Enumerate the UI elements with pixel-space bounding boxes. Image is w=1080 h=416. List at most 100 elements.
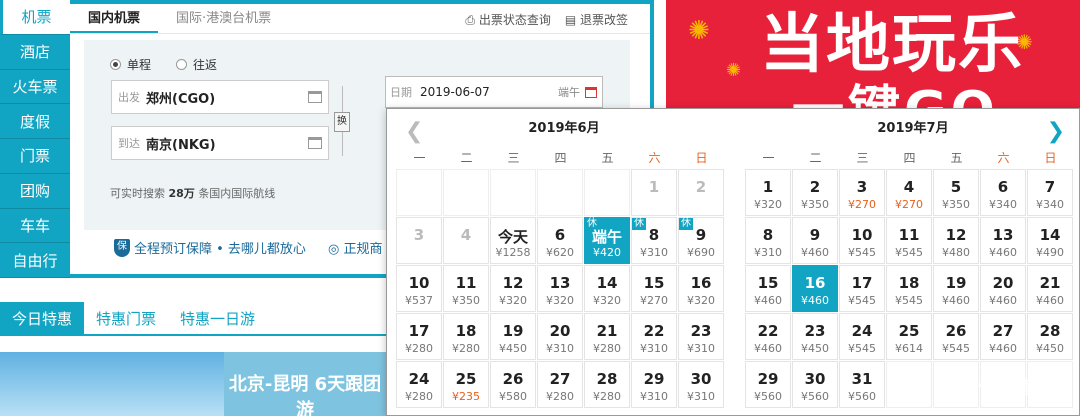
day-cell[interactable]: 28 ¥450 [1027,313,1073,360]
day-cell[interactable]: 13 ¥460 [980,217,1026,264]
day-cell[interactable]: 10 ¥545 [839,217,885,264]
sidebar-item[interactable]: 火车票 [0,69,70,105]
day-cell[interactable]: 14 ¥320 [584,265,630,312]
arrival-field[interactable]: 到达 南京(NKG) [111,126,329,160]
day-cell[interactable]: 26 ¥580 [490,361,536,408]
day-cell[interactable]: 17 ¥280 [396,313,442,360]
ticket-status-link[interactable]: ⎙ 出票状态查询 [465,11,550,28]
weekday-label: 二 [809,151,822,165]
day-cell[interactable]: 19 ¥450 [490,313,536,360]
day-cell[interactable]: 28 ¥280 [584,361,630,408]
day-cell[interactable]: 12 ¥320 [490,265,536,312]
day-cell[interactable]: 16 ¥320 [678,265,724,312]
tab-international[interactable]: 国际·港澳台机票 [158,7,289,33]
day-cell[interactable]: 10 ¥537 [396,265,442,312]
weekday-header: 一二三四五六日 [745,147,1080,169]
tab-domestic[interactable]: 国内机票 [70,7,159,33]
day-cell[interactable]: 22 ¥460 [745,313,791,360]
day-cell[interactable]: 6 ¥620 [537,217,583,264]
day-cell[interactable]: 18 ¥545 [886,265,932,312]
city-picker-icon[interactable] [308,91,322,103]
day-cell[interactable]: 16 ¥460 [792,265,838,312]
day-cell[interactable]: 19 ¥460 [933,265,979,312]
day-cell[interactable]: 休 8 ¥310 [631,217,677,264]
day-cell[interactable]: 21 ¥460 [1027,265,1073,312]
day-cell[interactable]: 8 ¥310 [745,217,791,264]
sidebar-item[interactable]: 车车 [0,208,70,244]
tab-ticket-deals[interactable]: 特惠门票 [84,302,168,334]
day-cell[interactable]: 17 ¥545 [839,265,885,312]
sidebar-item[interactable]: 团购 [0,173,70,209]
official-link[interactable]: ◎ 正规商 [328,238,382,257]
day-cell[interactable]: 22 ¥310 [631,313,677,360]
day-cell[interactable]: 9 ¥460 [792,217,838,264]
roundtrip-radio[interactable]: 往返 [176,56,217,73]
day-cell[interactable]: 3 ¥270 [839,169,885,216]
tab-today-deals[interactable]: 今日特惠 [0,302,85,334]
day-cell[interactable]: 11 ¥350 [443,265,489,312]
day-cell[interactable]: 15 ¥460 [745,265,791,312]
day-number: 24 [408,370,430,388]
guarantee-link[interactable]: 保 全程预订保障 • 去哪儿都放心 [114,238,306,257]
search-info: 可实时搜索 28万 条国内国际航线 [110,185,275,201]
day-price: ¥545 [848,246,876,259]
day-cell[interactable]: 29 ¥310 [631,361,677,408]
day-number: 13 [549,274,571,292]
day-cell[interactable]: 30 ¥310 [678,361,724,408]
day-cell[interactable]: 20 ¥310 [537,313,583,360]
day-cell[interactable]: 14 ¥490 [1027,217,1073,264]
promo-card[interactable]: 北京-昆明 6天跟团游 [0,352,386,416]
day-cell[interactable]: 20 ¥460 [980,265,1026,312]
day-cell[interactable]: 24 ¥545 [839,313,885,360]
day-cell[interactable]: 4 ¥270 [886,169,932,216]
day-cell[interactable]: 29 ¥560 [745,361,791,408]
day-cell[interactable]: 2 ¥350 [792,169,838,216]
day-cell[interactable]: 今天 ¥1258 [490,217,536,264]
day-cell[interactable]: 23 ¥450 [792,313,838,360]
day-price: ¥310 [640,342,668,355]
day-cell[interactable]: 31 ¥560 [839,361,885,408]
sidebar-item[interactable]: 酒店 [0,34,70,70]
calendar-icon[interactable] [585,87,597,98]
day-cell[interactable]: 休端午 ¥420 [584,217,630,264]
day-number: 24 [851,322,873,340]
day-price: ¥310 [687,390,715,403]
day-cell[interactable]: 休 9 ¥690 [678,217,724,264]
day-cell[interactable]: 7 ¥340 [1027,169,1073,216]
refund-change-link[interactable]: ▤ 退票改签 [565,11,628,28]
day-cell[interactable]: 1 ¥320 [745,169,791,216]
day-cell[interactable]: 12 ¥480 [933,217,979,264]
day-cell[interactable]: 13 ¥320 [537,265,583,312]
sidebar-item[interactable]: 机票 [0,0,70,35]
sidebar-item[interactable]: 度假 [0,104,70,139]
day-number: 25 [898,322,920,340]
day-number: 18 [898,274,920,292]
day-cell[interactable]: 23 ¥310 [678,313,724,360]
day-cell[interactable]: 15 ¥270 [631,265,677,312]
day-cell[interactable]: 25 ¥235 [443,361,489,408]
city-picker-icon[interactable] [308,137,322,149]
day-cell[interactable]: 27 ¥280 [537,361,583,408]
swap-button[interactable]: 换 [334,112,350,132]
day-price: ¥1258 [495,246,531,259]
weekday-label: 六 [997,151,1010,165]
day-cell[interactable]: 11 ¥545 [886,217,932,264]
day-cell[interactable]: 6 ¥340 [980,169,1026,216]
day-number: 2 [809,178,821,196]
sidebar-item[interactable]: 自由行 [0,243,70,278]
oneway-radio[interactable]: 单程 [110,56,151,73]
day-cell[interactable]: 30 ¥560 [792,361,838,408]
day-cell[interactable]: 27 ¥460 [980,313,1026,360]
date-field[interactable]: 日期 2019-06-07 端午 [385,76,603,108]
sidebar-item[interactable]: 门票 [0,139,70,174]
day-cell[interactable]: 21 ¥280 [584,313,630,360]
day-number: 28 [1039,322,1061,340]
day-cell[interactable]: 18 ¥280 [443,313,489,360]
day-cell[interactable]: 25 ¥614 [886,313,932,360]
day-cell[interactable]: 24 ¥280 [396,361,442,408]
day-cell[interactable]: 26 ¥545 [933,313,979,360]
promo-banner[interactable]: ✺ ✺ ✺ 当地玩乐 一键GO [666,0,1080,108]
departure-field[interactable]: 出发 郑州(CGO) [111,80,329,114]
tab-daytrip-deals[interactable]: 特惠一日游 [168,302,267,334]
day-cell[interactable]: 5 ¥350 [933,169,979,216]
